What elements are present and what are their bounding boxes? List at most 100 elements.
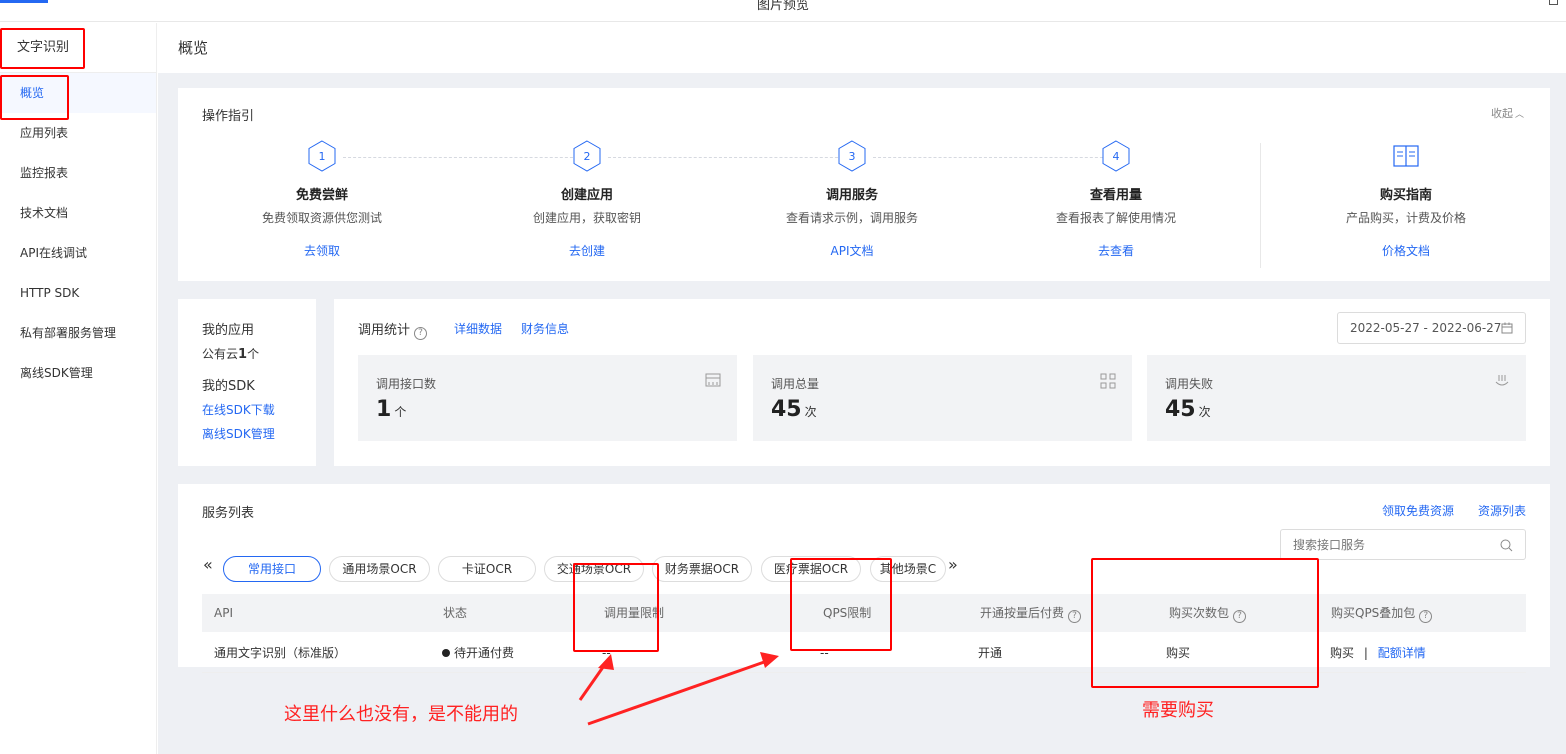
sidebar-item-private-deploy[interactable]: 私有部署服务管理 <box>0 313 156 353</box>
call-stats-label: 调用统计 <box>358 323 411 338</box>
sidebar-item-monitor-report[interactable]: 监控报表 <box>0 153 156 193</box>
step-desc: 创建应用，获取密钥 <box>532 211 641 225</box>
stat-label: 调用总量 <box>771 377 820 391</box>
tab-medical-ocr[interactable]: 医疗票据OCR <box>761 556 861 582</box>
sidebar-item-api-debug[interactable]: API在线调试 <box>0 233 156 273</box>
date-range-picker[interactable]: 2022-05-27 - 2022-06-27 <box>1337 312 1526 344</box>
my-sdk-title: 我的SDK <box>202 379 255 394</box>
tab-general-ocr[interactable]: 通用场景OCR <box>329 556 430 582</box>
stat-label: 调用失败 <box>1165 377 1214 391</box>
col-header-pay-after: 开通按量后付费? <box>968 594 1157 632</box>
claim-free-resource-link[interactable]: 领取免费资源 <box>1382 502 1454 519</box>
buy-pack-link[interactable]: 购买 <box>1154 633 1190 673</box>
book-icon <box>1393 145 1419 167</box>
my-apps-title: 我的应用 <box>202 323 255 338</box>
sidebar-item-http-sdk[interactable]: HTTP SDK <box>0 273 156 313</box>
calendar-icon <box>1501 322 1513 334</box>
col-header-buy-pack-label: 购买次数包 <box>1169 606 1230 620</box>
step-desc: 查看报表了解使用情况 <box>1055 211 1176 225</box>
search-input[interactable] <box>1281 530 1481 559</box>
collapse-label: 收起 <box>1490 107 1513 120</box>
stat-value: 1个 <box>376 397 406 422</box>
sidebar: 文字识别 概览 应用列表 监控报表 技术文档 API在线调试 HTTP SDK … <box>0 23 157 754</box>
stat-number: 45 <box>1165 397 1196 422</box>
annotation-note-unusable: 这里什么也没有，是不能用的 <box>284 704 518 725</box>
stat-number: 45 <box>771 397 802 422</box>
offline-sdk-manage-link[interactable]: 离线SDK管理 <box>202 425 275 442</box>
detail-data-link[interactable]: 详细数据 <box>454 320 502 337</box>
my-apps-card: 我的应用 公有云1个 我的SDK 在线SDK下载 离线SDK管理 <box>178 299 316 466</box>
col-header-buy-pack: 购买次数包? <box>1157 594 1319 632</box>
col-header-qps-limit: QPS限制 <box>811 594 968 632</box>
step-link-claim[interactable]: 去领取 <box>242 242 402 259</box>
tab-common-api[interactable]: 常用接口 <box>223 556 321 582</box>
help-icon[interactable]: ? <box>1233 610 1247 623</box>
public-cloud-unit: 个 <box>247 347 260 361</box>
window-control-icon[interactable] <box>1549 0 1558 5</box>
search-icon[interactable] <box>1500 539 1513 552</box>
tab-finance-ocr[interactable]: 财务票据OCR <box>652 556 752 582</box>
step-number-icon: 4 <box>1102 140 1130 172</box>
stat-box-total-calls: 调用总量 45 次 <box>753 355 1132 441</box>
page-title: 概览 <box>158 23 1566 73</box>
price-docs-link[interactable]: 价格文档 <box>1326 242 1486 259</box>
sidebar-item-offline-sdk[interactable]: 离线SDK管理 <box>0 353 156 393</box>
status-dot-icon <box>442 649 450 657</box>
public-cloud-label: 公有云 <box>202 347 239 361</box>
tab-card-ocr[interactable]: 卡证OCR <box>438 556 536 582</box>
guide-step-3: 3 调用服务 查看请求示例，调用服务 API文档 <box>772 140 932 259</box>
sidebar-item-app-list[interactable]: 应用列表 <box>0 113 156 153</box>
tabs-scroll-right-icon[interactable]: » <box>948 555 958 574</box>
purchase-title: 购买指南 <box>1379 188 1432 203</box>
date-range-value: 2022-05-27 - 2022-06-27 <box>1350 321 1502 335</box>
sidebar-item-tech-docs[interactable]: 技术文档 <box>0 193 156 233</box>
stat-label: 调用接口数 <box>376 377 437 391</box>
stat-value: 45 次 <box>771 397 817 422</box>
chevron-up-icon: ︿ <box>1514 110 1524 120</box>
annotation-note-need-purchase: 需要购买 <box>1142 700 1214 721</box>
finance-info-link[interactable]: 财务信息 <box>521 320 569 337</box>
col-header-status: 状态 <box>431 594 592 632</box>
step-number-icon: 2 <box>573 140 601 172</box>
step-number-icon: 3 <box>838 140 866 172</box>
stat-value: 45 次 <box>1165 397 1211 422</box>
col-header-buy-qps-label: 购买QPS叠加包 <box>1331 606 1416 620</box>
search-box <box>1280 529 1526 560</box>
grid-icon <box>1100 373 1116 389</box>
purchase-guide: 购买指南 产品购买，计费及价格 价格文档 <box>1326 140 1486 259</box>
cell-qps-limit: -- <box>820 646 829 660</box>
sidebar-item-overview[interactable]: 概览 <box>0 73 156 113</box>
step-link-create[interactable]: 去创建 <box>507 242 667 259</box>
sidebar-header: 文字识别 <box>0 23 156 73</box>
tab-traffic-ocr[interactable]: 交通场景OCR <box>544 556 644 582</box>
step-title: 查看用量 <box>1089 188 1142 203</box>
resource-list-link[interactable]: 资源列表 <box>1478 502 1526 519</box>
main-content: 概览 操作指引 收起 ︿ 1 免费尝鲜 免费领取资源供您测试 去领取 2 创建应用… <box>158 23 1566 754</box>
quota-detail-link[interactable]: 配额详情 <box>1378 646 1426 660</box>
help-icon[interactable]: ? <box>1068 610 1082 623</box>
buy-qps-link[interactable]: 购买 <box>1330 646 1354 660</box>
step-link-api-docs[interactable]: API文档 <box>772 242 932 259</box>
tab-other-ocr[interactable]: 其他场景C <box>870 556 946 582</box>
step-link-view[interactable]: 去查看 <box>1036 242 1196 259</box>
cell-call-limit: -- <box>602 646 611 660</box>
help-icon[interactable]: ? <box>414 327 428 340</box>
guide-step-2: 2 创建应用 创建应用，获取密钥 去创建 <box>507 140 667 259</box>
help-icon[interactable]: ? <box>1419 610 1433 623</box>
guide-title: 操作指引 <box>202 109 255 124</box>
online-sdk-download-link[interactable]: 在线SDK下载 <box>202 401 275 418</box>
stat-box-failed-calls: 调用失败 45 次 <box>1147 355 1526 441</box>
collapse-toggle[interactable]: 收起 ︿ <box>1491 105 1524 121</box>
guide-step-4: 4 查看用量 查看报表了解使用情况 去查看 <box>1036 140 1196 259</box>
step-desc: 查看请求示例，调用服务 <box>785 211 918 225</box>
window-title: 图片预览 <box>756 0 809 13</box>
tabs-scroll-left-icon[interactable]: « <box>203 555 213 574</box>
step-number: 4 <box>1113 150 1120 163</box>
col-header-pay-after-label: 开通按量后付费 <box>980 606 1065 620</box>
cell-buy-qps: 购买 | 配额详情 <box>1318 633 1426 673</box>
public-cloud-count: 公有云1个 <box>202 345 259 362</box>
step-desc: 免费领取资源供您测试 <box>261 211 382 225</box>
activate-link[interactable]: 开通 <box>966 633 1002 673</box>
public-cloud-number: 1 <box>238 347 248 362</box>
step-number: 3 <box>849 150 856 163</box>
